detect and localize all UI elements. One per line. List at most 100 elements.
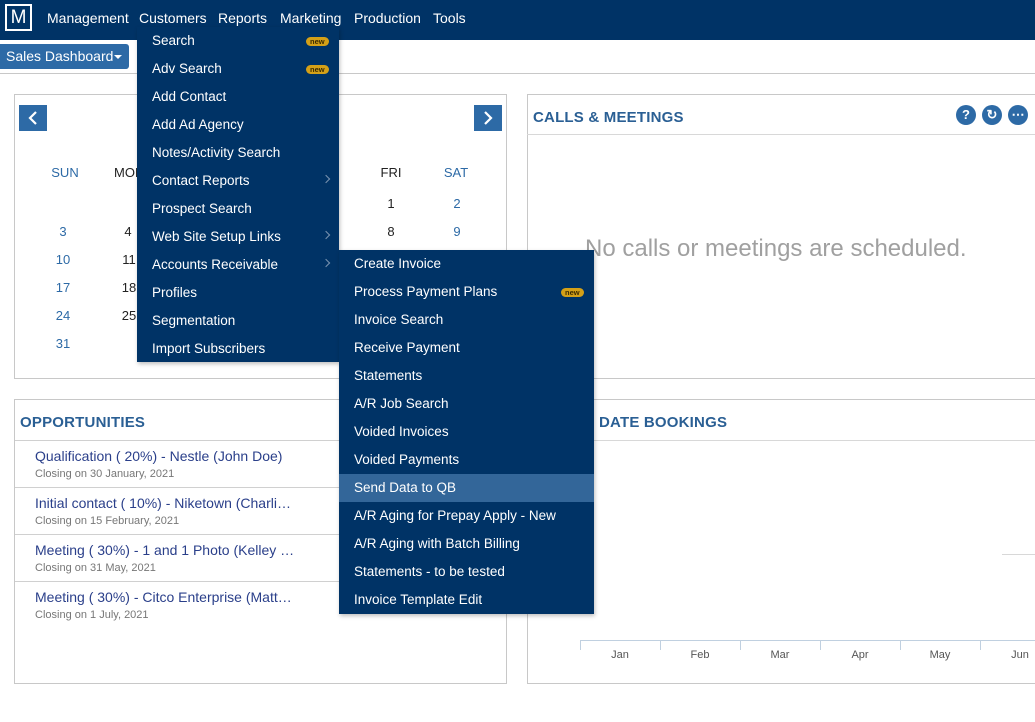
opportunity-closing: Closing on 30 January, 2021 bbox=[35, 468, 175, 480]
bookings-panel bbox=[527, 399, 1035, 684]
submenu-item-ar-aging-batch-billing[interactable]: A/R Aging with Batch Billing bbox=[339, 530, 594, 558]
x-tick-label: May bbox=[929, 649, 951, 661]
help-button[interactable]: ? bbox=[956, 105, 976, 125]
menu-item-label: Contact Reports bbox=[152, 173, 250, 188]
calendar-day[interactable]: 1 bbox=[376, 196, 406, 211]
x-tick-label: Mar bbox=[770, 649, 790, 661]
x-tick-label: Jun bbox=[1011, 649, 1029, 661]
nav-marketing[interactable]: Marketing bbox=[280, 10, 341, 26]
day-header-sun: SUN bbox=[51, 165, 79, 180]
opportunities-title: OPPORTUNITIES bbox=[20, 414, 146, 431]
menu-item-label: Send Data to QB bbox=[354, 480, 457, 495]
bookings-title: DATE BOOKINGS bbox=[599, 414, 728, 431]
opportunity-item[interactable]: Meeting ( 30%) - 1 and 1 Photo (Kelley …… bbox=[15, 534, 339, 581]
accounts-receivable-submenu: Create Invoice Process Payment Plans new… bbox=[339, 250, 594, 614]
menu-item-label: Notes/Activity Search bbox=[152, 145, 281, 160]
submenu-item-statements-to-be-tested[interactable]: Statements - to be tested bbox=[339, 558, 594, 586]
next-month-button[interactable] bbox=[474, 105, 502, 131]
nav-tools[interactable]: Tools bbox=[433, 10, 466, 26]
menu-item-label: Invoice Search bbox=[354, 312, 444, 327]
calendar-day[interactable]: 17 bbox=[48, 280, 78, 295]
submenu-item-ar-job-search[interactable]: A/R Job Search bbox=[339, 390, 594, 418]
submenu-item-send-data-to-qb[interactable]: Send Data to QB bbox=[339, 474, 594, 502]
chevron-right-icon bbox=[321, 258, 331, 268]
menu-item-label: Web Site Setup Links bbox=[152, 229, 281, 244]
app-logo[interactable]: M bbox=[5, 4, 32, 31]
customers-menu: Search new Adv Search new Add Contact Ad… bbox=[137, 27, 339, 362]
opportunity-title[interactable]: Meeting ( 30%) - Citco Enterprise (Matt… bbox=[35, 589, 292, 605]
calendar-day[interactable]: 10 bbox=[48, 252, 78, 267]
opportunity-title[interactable]: Qualification ( 20%) - Nestle (John Doe) bbox=[35, 448, 282, 464]
axis-tick bbox=[980, 640, 981, 650]
day-header-fri: FRI bbox=[380, 165, 402, 180]
menu-item-label: Accounts Receivable bbox=[152, 257, 279, 272]
prev-month-button[interactable] bbox=[19, 105, 47, 131]
opportunity-closing: Closing on 31 May, 2021 bbox=[35, 562, 156, 574]
chart-x-axis bbox=[580, 640, 1035, 641]
submenu-item-create-invoice[interactable]: Create Invoice bbox=[339, 250, 594, 278]
menu-item-add-ad-agency[interactable]: Add Ad Agency bbox=[137, 111, 339, 139]
menu-item-profiles[interactable]: Profiles bbox=[137, 279, 339, 307]
menu-item-add-contact[interactable]: Add Contact bbox=[137, 83, 339, 111]
menu-item-web-site-setup-links[interactable]: Web Site Setup Links bbox=[137, 223, 339, 251]
panel-divider bbox=[527, 440, 1035, 441]
submenu-item-ar-aging-prepay[interactable]: A/R Aging for Prepay Apply - New bbox=[339, 502, 594, 530]
menu-item-segmentation[interactable]: Segmentation bbox=[137, 307, 339, 335]
menu-item-label: Adv Search bbox=[152, 61, 222, 76]
menu-item-adv-search[interactable]: Adv Search new bbox=[137, 55, 339, 83]
menu-item-notes-activity-search[interactable]: Notes/Activity Search bbox=[137, 139, 339, 167]
chevron-left-icon bbox=[28, 111, 37, 125]
day-header-sat: SAT bbox=[443, 165, 469, 180]
new-badge: new bbox=[561, 288, 584, 297]
menu-item-label: A/R Job Search bbox=[354, 396, 449, 411]
nav-production[interactable]: Production bbox=[354, 10, 421, 26]
menu-item-label: Segmentation bbox=[152, 313, 236, 328]
calendar-day[interactable]: 3 bbox=[48, 224, 78, 239]
calendar-day[interactable]: 31 bbox=[48, 336, 78, 351]
opportunity-item[interactable]: Meeting ( 30%) - Citco Enterprise (Matt…… bbox=[15, 581, 339, 621]
submenu-item-voided-invoices[interactable]: Voided Invoices bbox=[339, 418, 594, 446]
menu-item-label: Statements - to be tested bbox=[354, 564, 505, 579]
submenu-item-receive-payment[interactable]: Receive Payment bbox=[339, 334, 594, 362]
menu-item-label: Search bbox=[152, 33, 195, 48]
chevron-right-icon bbox=[484, 111, 493, 125]
submenu-item-voided-payments[interactable]: Voided Payments bbox=[339, 446, 594, 474]
opportunity-title[interactable]: Initial contact ( 10%) - Niketown (Charl… bbox=[35, 495, 291, 511]
caret-down-icon bbox=[114, 55, 122, 59]
menu-item-label: Profiles bbox=[152, 285, 198, 300]
calendar-day[interactable]: 8 bbox=[376, 224, 406, 239]
submenu-item-invoice-search[interactable]: Invoice Search bbox=[339, 306, 594, 334]
new-badge: new bbox=[306, 65, 329, 74]
submenu-item-statements[interactable]: Statements bbox=[339, 362, 594, 390]
x-tick-label: Jan bbox=[611, 649, 629, 661]
nav-customers[interactable]: Customers bbox=[139, 10, 207, 26]
menu-item-import-subscribers[interactable]: Import Subscribers bbox=[137, 335, 339, 363]
submenu-item-invoice-template-edit[interactable]: Invoice Template Edit bbox=[339, 586, 594, 614]
nav-reports[interactable]: Reports bbox=[218, 10, 267, 26]
menu-item-prospect-search[interactable]: Prospect Search bbox=[137, 195, 339, 223]
menu-item-label: Voided Payments bbox=[354, 452, 460, 467]
new-badge: new bbox=[306, 37, 329, 46]
submenu-item-process-payment-plans[interactable]: Process Payment Plans new bbox=[339, 278, 594, 306]
chevron-right-icon bbox=[321, 174, 331, 184]
calendar-day[interactable]: 2 bbox=[442, 196, 472, 211]
menu-item-accounts-receivable[interactable]: Accounts Receivable bbox=[137, 251, 339, 279]
calendar-day[interactable]: 24 bbox=[48, 308, 78, 323]
refresh-button[interactable]: ↻ bbox=[982, 105, 1002, 125]
more-options-button[interactable]: ⋯ bbox=[1008, 105, 1028, 125]
menu-item-label: A/R Aging for Prepay Apply - New bbox=[354, 508, 556, 523]
menu-item-contact-reports[interactable]: Contact Reports bbox=[137, 167, 339, 195]
opportunity-item[interactable]: Qualification ( 20%) - Nestle (John Doe)… bbox=[15, 440, 339, 487]
calendar-day[interactable]: 9 bbox=[442, 224, 472, 239]
opportunity-item[interactable]: Initial contact ( 10%) - Niketown (Charl… bbox=[15, 487, 339, 534]
opportunity-title[interactable]: Meeting ( 30%) - 1 and 1 Photo (Kelley … bbox=[35, 542, 294, 558]
calls-meetings-title: CALLS & MEETINGS bbox=[533, 109, 684, 126]
dashboard-select[interactable]: Sales Dashboard bbox=[0, 44, 129, 69]
menu-item-label: Receive Payment bbox=[354, 340, 460, 355]
menu-item-label: Invoice Template Edit bbox=[354, 592, 483, 607]
nav-management[interactable]: Management bbox=[47, 10, 129, 26]
dashboard-select-label: Sales Dashboard bbox=[6, 48, 114, 64]
menu-item-search[interactable]: Search new bbox=[137, 27, 339, 55]
menu-item-label: Import Subscribers bbox=[152, 341, 266, 356]
no-meetings-message: No calls or meetings are scheduled. bbox=[585, 235, 967, 262]
